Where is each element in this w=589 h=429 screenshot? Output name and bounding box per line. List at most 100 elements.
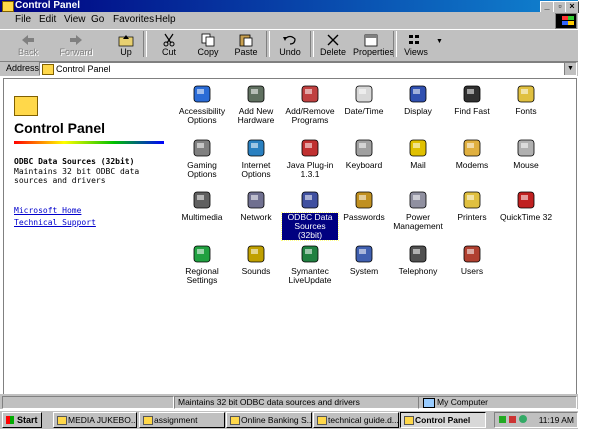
task-assignment[interactable]: assignment xyxy=(139,412,225,428)
forward-arrow-icon xyxy=(68,33,84,47)
regional-globe-icon xyxy=(191,243,213,265)
title-bar[interactable]: Control Panel _ ▫ × xyxy=(0,0,579,13)
undo-icon xyxy=(282,33,298,47)
delete-button[interactable]: Delete xyxy=(315,31,351,59)
mail-icon xyxy=(407,137,429,159)
item-label: Add/Remove Programs xyxy=(285,106,335,125)
task-technical-guide[interactable]: technical guide.d... xyxy=(313,412,399,428)
status-text: Maintains 32 bit ODBC data sources and d… xyxy=(174,396,419,409)
toolbar-label: Cut xyxy=(161,47,176,57)
toolbar-separator xyxy=(393,31,397,57)
toolbar-separator xyxy=(266,31,270,57)
hardware-icon xyxy=(245,83,267,105)
scissors-icon xyxy=(161,33,177,47)
telephone-icon xyxy=(407,243,429,265)
item-label: Mouse xyxy=(513,160,539,170)
joystick-icon xyxy=(191,137,213,159)
menu-help[interactable]: Help xyxy=(155,14,176,26)
control-panel-icon xyxy=(404,416,414,425)
page-margin xyxy=(579,0,589,428)
keys-icon xyxy=(353,189,375,211)
app-icon xyxy=(57,416,67,425)
delete-x-icon xyxy=(325,33,341,47)
system-tray: 11:19 AM xyxy=(494,412,578,428)
toolbar-label: Delete xyxy=(319,47,346,57)
menu-edit[interactable]: Edit xyxy=(39,14,56,26)
status-empty-segment xyxy=(2,396,174,409)
item-label: Internet Options xyxy=(241,160,271,179)
java-icon xyxy=(299,137,321,159)
views-icon xyxy=(408,33,424,47)
globe-icon xyxy=(245,137,267,159)
quicktime-icon xyxy=(515,189,537,211)
item-label: Passwords xyxy=(343,212,385,222)
zone-label: My Computer xyxy=(437,397,489,407)
task-online-banking[interactable]: Online Banking S... xyxy=(226,412,312,428)
start-button[interactable]: Start xyxy=(2,412,42,428)
network-icon xyxy=(245,189,267,211)
item-label: Gaming Options xyxy=(187,160,217,179)
toolbar-separator xyxy=(310,31,314,57)
modem-icon xyxy=(461,137,483,159)
back-arrow-icon xyxy=(20,33,36,47)
volume-icon[interactable] xyxy=(509,416,516,423)
undo-button[interactable]: Undo xyxy=(272,31,308,59)
item-label: Find Fast xyxy=(454,106,490,116)
mouse-icon xyxy=(515,137,537,159)
folder-icon xyxy=(143,416,153,425)
selected-item-description: Maintains 32 bit ODBC data sources and d… xyxy=(14,167,140,185)
speaker-icon xyxy=(245,243,267,265)
windows-flag-icon xyxy=(6,416,14,424)
up-button[interactable]: Up xyxy=(108,31,144,59)
item-label: Symantec LiveUpdate xyxy=(288,266,332,285)
cut-button[interactable]: Cut xyxy=(151,31,187,59)
computer-icon xyxy=(353,243,375,265)
item-label: Sounds xyxy=(241,266,271,276)
control-panel-icon[interactable] xyxy=(2,1,14,12)
menu-view[interactable]: View xyxy=(64,14,86,26)
item-label: Power Management xyxy=(393,212,443,231)
address-value: Control Panel xyxy=(56,64,111,74)
copy-button[interactable]: Copy xyxy=(190,31,226,59)
item-label: Telephony xyxy=(398,266,438,276)
word-doc-icon xyxy=(230,416,240,425)
calendar-clock-icon xyxy=(353,83,375,105)
item-label: ODBC Data Sources (32bit) xyxy=(281,212,339,241)
item-label: Users xyxy=(460,266,484,276)
forward-button[interactable]: Forward xyxy=(58,31,94,59)
item-label: Regional Settings xyxy=(185,266,219,285)
toolbar-label: Up xyxy=(120,47,132,57)
left-pane-divider xyxy=(14,141,164,144)
views-button[interactable]: Views xyxy=(398,31,434,59)
address-dropdown-button[interactable]: ▼ xyxy=(564,63,576,75)
menu-file[interactable]: File xyxy=(15,14,31,26)
item-label: Modems xyxy=(455,160,489,170)
my-computer-icon xyxy=(423,398,435,408)
views-dropdown-arrow-icon[interactable]: ▼ xyxy=(436,38,443,45)
status-zone: My Computer xyxy=(418,396,577,409)
binoculars-icon xyxy=(461,83,483,105)
programs-icon xyxy=(299,83,321,105)
menu-go[interactable]: Go xyxy=(91,14,104,26)
back-button[interactable]: Back xyxy=(10,31,46,59)
toolbar-label: Properties xyxy=(353,47,395,57)
toolbar-label: Forward xyxy=(59,47,93,57)
network-tray-icon[interactable] xyxy=(519,415,527,423)
menu-favorites[interactable]: Favorites xyxy=(113,14,154,26)
task-media-jukebox[interactable]: MEDIA JUKEBO... xyxy=(53,412,137,428)
accessibility-icon xyxy=(191,83,213,105)
address-field[interactable]: Control Panel ▼ xyxy=(39,62,577,76)
microsoft-home-link[interactable]: Microsoft Home xyxy=(14,206,81,215)
item-label: Java Plug-in 1.3.1 xyxy=(286,160,334,179)
paste-button[interactable]: Paste xyxy=(228,31,264,59)
item-label: QuickTime 32 xyxy=(499,212,553,222)
multimedia-icon xyxy=(191,189,213,211)
properties-button[interactable]: Properties xyxy=(353,31,395,59)
clock[interactable]: 11:19 AM xyxy=(539,413,574,427)
tray-app-icon[interactable] xyxy=(499,416,506,423)
task-control-panel[interactable]: Control Panel xyxy=(400,412,486,428)
item-label: Printers xyxy=(457,212,487,222)
item-label: Multimedia xyxy=(181,212,223,222)
technical-support-link[interactable]: Technical Support xyxy=(14,218,96,227)
word-doc-icon xyxy=(317,416,327,425)
